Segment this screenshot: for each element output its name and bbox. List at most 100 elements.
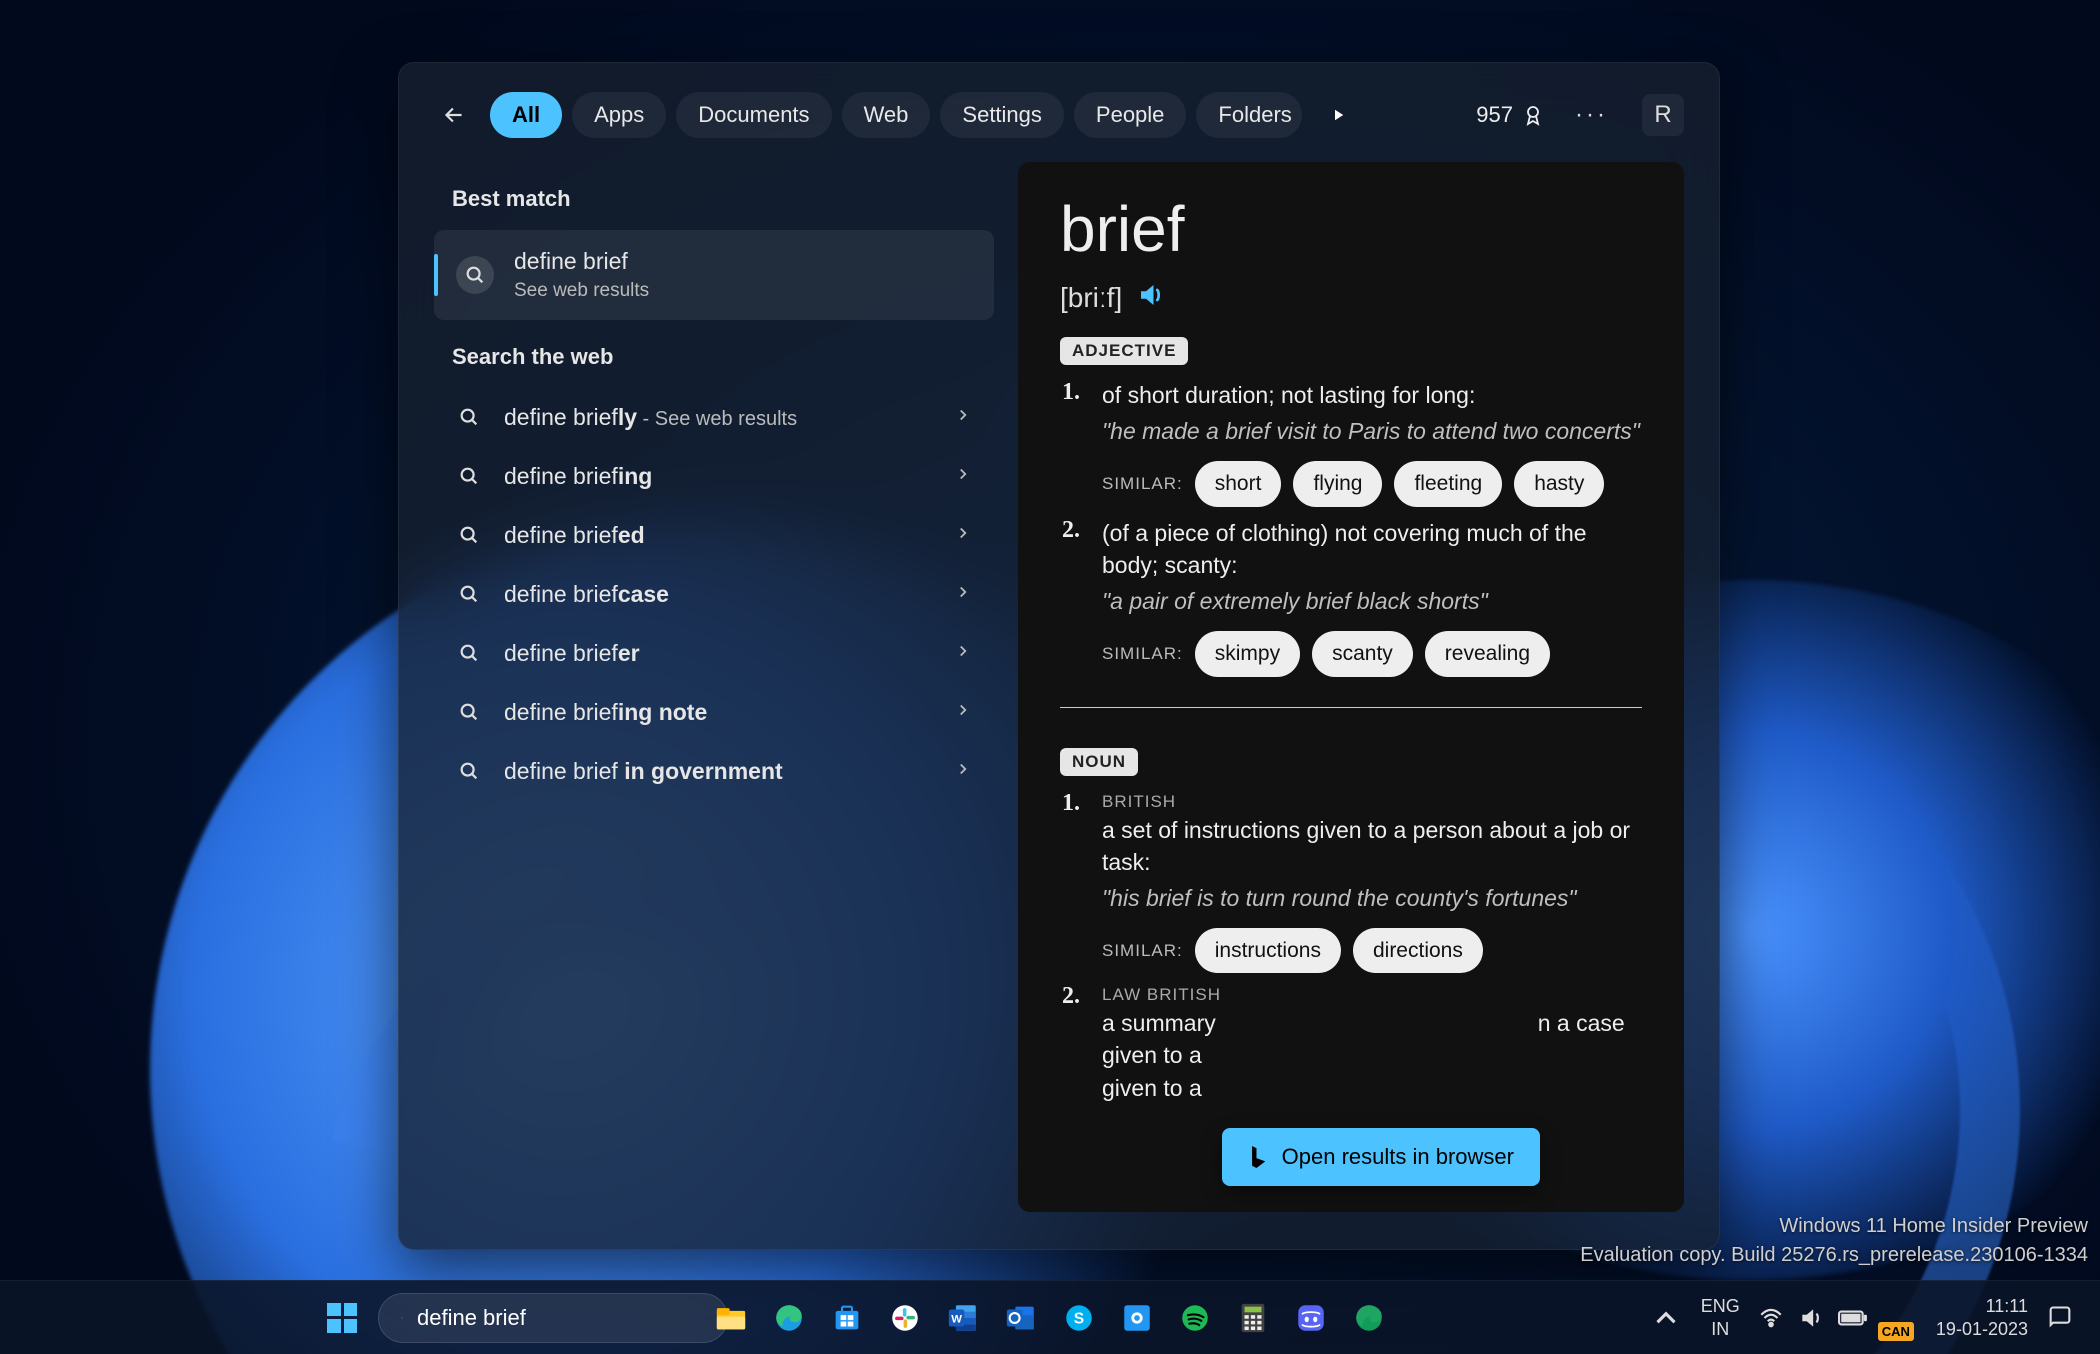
sense-row: 1. of short duration; not lasting for lo… bbox=[1060, 379, 1642, 507]
notifications-button[interactable] bbox=[2046, 1304, 2074, 1332]
web-suggestion[interactable]: define briefly - See web results bbox=[434, 388, 994, 447]
search-icon bbox=[456, 701, 482, 723]
clock-date[interactable]: 11:11 19-01-2023 bbox=[1936, 1295, 2028, 1340]
similar-chip[interactable]: short bbox=[1195, 461, 1282, 506]
web-suggestion[interactable]: define briefcase bbox=[434, 565, 994, 624]
search-icon bbox=[456, 524, 482, 546]
search-icon bbox=[456, 406, 482, 428]
web-suggestion[interactable]: define briefer bbox=[434, 624, 994, 683]
insider-watermark: Windows 11 Home Insider Preview Evaluati… bbox=[1580, 1212, 2088, 1270]
best-match-subtitle: See web results bbox=[514, 280, 649, 302]
tab-documents[interactable]: Documents bbox=[676, 92, 831, 138]
filter-tabs: All Apps Documents Web Settings People F… bbox=[490, 92, 1302, 138]
region-tag: BRITISH bbox=[1102, 790, 1642, 814]
tab-settings[interactable]: Settings bbox=[940, 92, 1064, 138]
rewards-medal-icon bbox=[1521, 103, 1545, 127]
open-results-in-browser-button[interactable]: Open results in browser bbox=[1222, 1128, 1540, 1186]
bing-icon bbox=[1248, 1146, 1270, 1168]
best-match-result[interactable]: define brief See web results bbox=[434, 230, 994, 320]
start-button[interactable] bbox=[318, 1294, 366, 1342]
battery-icon bbox=[1838, 1305, 1868, 1331]
suggestion-text: define briefly - See web results bbox=[504, 404, 932, 431]
photos-app-icon[interactable] bbox=[1113, 1294, 1161, 1342]
calculator-icon[interactable] bbox=[1229, 1294, 1277, 1342]
sense-number: 1. bbox=[1060, 379, 1080, 507]
back-button[interactable] bbox=[434, 95, 474, 135]
definition-text: a set of instructions given to a person … bbox=[1102, 814, 1642, 878]
taskbar: W S ENG IN CAN 11:11 19-01-2023 bbox=[0, 1280, 2100, 1354]
search-icon bbox=[456, 465, 482, 487]
similar-label: SIMILAR: bbox=[1102, 939, 1183, 963]
tab-people[interactable]: People bbox=[1074, 92, 1187, 138]
more-options-button[interactable]: ··· bbox=[1575, 101, 1608, 129]
web-suggestion[interactable]: define briefed bbox=[434, 506, 994, 565]
definition-panel: brief [briːf] ADJECTIVE 1. of short dura… bbox=[1018, 162, 1684, 1212]
web-suggestion[interactable]: define briefing bbox=[434, 447, 994, 506]
sense-row: 1. BRITISH a set of instructions given t… bbox=[1060, 790, 1642, 974]
tab-all[interactable]: All bbox=[490, 92, 562, 138]
suggestion-text: define briefing bbox=[504, 463, 932, 490]
similar-chip[interactable]: flying bbox=[1293, 461, 1382, 506]
speaker-icon bbox=[1136, 280, 1166, 310]
chevron-right-icon bbox=[954, 524, 972, 547]
tray-overflow-button[interactable] bbox=[1649, 1301, 1683, 1335]
input-language-indicator[interactable]: ENG IN bbox=[1701, 1295, 1740, 1340]
play-pronunciation-button[interactable] bbox=[1136, 280, 1166, 315]
open-browser-label: Open results in browser bbox=[1282, 1144, 1514, 1170]
taskbar-search-box[interactable] bbox=[378, 1293, 728, 1343]
search-icon bbox=[456, 642, 482, 664]
file-explorer-icon[interactable] bbox=[707, 1294, 755, 1342]
similar-chip[interactable]: fleeting bbox=[1394, 461, 1502, 506]
microsoft-store-icon[interactable] bbox=[823, 1294, 871, 1342]
taskbar-pinned-apps: W S bbox=[707, 1294, 1393, 1342]
definition-text: a summaryxxxxxxxxxxxxxxxxxxxxxxxxxxxxn a… bbox=[1102, 1007, 1642, 1071]
svg-text:W: W bbox=[951, 1313, 962, 1325]
similar-chip[interactable]: instructions bbox=[1195, 928, 1341, 973]
similar-chip[interactable]: revealing bbox=[1425, 631, 1550, 676]
skype-icon[interactable]: S bbox=[1055, 1294, 1103, 1342]
discord-icon[interactable] bbox=[1287, 1294, 1335, 1342]
pos-noun-chip: NOUN bbox=[1060, 748, 1138, 776]
word-icon[interactable]: W bbox=[939, 1294, 987, 1342]
similar-chip[interactable]: skimpy bbox=[1195, 631, 1300, 676]
chevron-right-icon bbox=[954, 406, 972, 429]
search-icon bbox=[401, 1307, 403, 1329]
svg-text:S: S bbox=[1074, 1310, 1084, 1327]
quick-settings-button[interactable]: CAN bbox=[1758, 1305, 1918, 1331]
user-avatar[interactable]: R bbox=[1642, 94, 1684, 136]
definition-text: (of a piece of clothing) not covering mu… bbox=[1102, 517, 1642, 581]
rewards-points[interactable]: 957 bbox=[1476, 102, 1545, 128]
sense-number: 2. bbox=[1060, 517, 1080, 677]
definition-text: given to a bbox=[1102, 1072, 1642, 1104]
pos-adjective-chip: ADJECTIVE bbox=[1060, 337, 1188, 365]
tab-web[interactable]: Web bbox=[842, 92, 931, 138]
similar-chip[interactable]: hasty bbox=[1514, 461, 1604, 506]
similar-chip[interactable]: directions bbox=[1353, 928, 1483, 973]
outlook-icon[interactable] bbox=[997, 1294, 1045, 1342]
edge-icon[interactable] bbox=[765, 1294, 813, 1342]
flyout-header: All Apps Documents Web Settings People F… bbox=[398, 62, 1720, 162]
windows-logo-icon bbox=[327, 1303, 357, 1333]
suggestion-text: define briefer bbox=[504, 640, 932, 667]
example-text: "he made a brief visit to Paris to atten… bbox=[1102, 415, 1642, 447]
similar-chip[interactable]: scanty bbox=[1312, 631, 1413, 676]
chevron-right-icon bbox=[954, 583, 972, 606]
tab-apps[interactable]: Apps bbox=[572, 92, 666, 138]
taskbar-search-input[interactable] bbox=[417, 1305, 705, 1331]
system-tray: ENG IN CAN 11:11 19-01-2023 bbox=[1649, 1295, 2074, 1340]
example-text: "his brief is to turn round the county's… bbox=[1102, 882, 1642, 914]
search-web-heading: Search the web bbox=[452, 344, 976, 370]
definition-text: of short duration; not lasting for long: bbox=[1102, 379, 1642, 411]
edge-dev-icon[interactable] bbox=[1345, 1294, 1393, 1342]
pronunciation: [briːf] bbox=[1060, 282, 1122, 314]
scroll-tabs-right-button[interactable] bbox=[1320, 97, 1356, 133]
tab-folders[interactable]: Folders bbox=[1196, 92, 1301, 138]
wifi-icon bbox=[1758, 1305, 1784, 1331]
headword: brief bbox=[1060, 192, 1642, 266]
slack-icon[interactable] bbox=[881, 1294, 929, 1342]
suggestion-text: define briefed bbox=[504, 522, 932, 549]
sense-row: 2. (of a piece of clothing) not covering… bbox=[1060, 517, 1642, 677]
web-suggestion[interactable]: define brief in government bbox=[434, 742, 994, 801]
spotify-icon[interactable] bbox=[1171, 1294, 1219, 1342]
web-suggestion[interactable]: define briefing note bbox=[434, 683, 994, 742]
